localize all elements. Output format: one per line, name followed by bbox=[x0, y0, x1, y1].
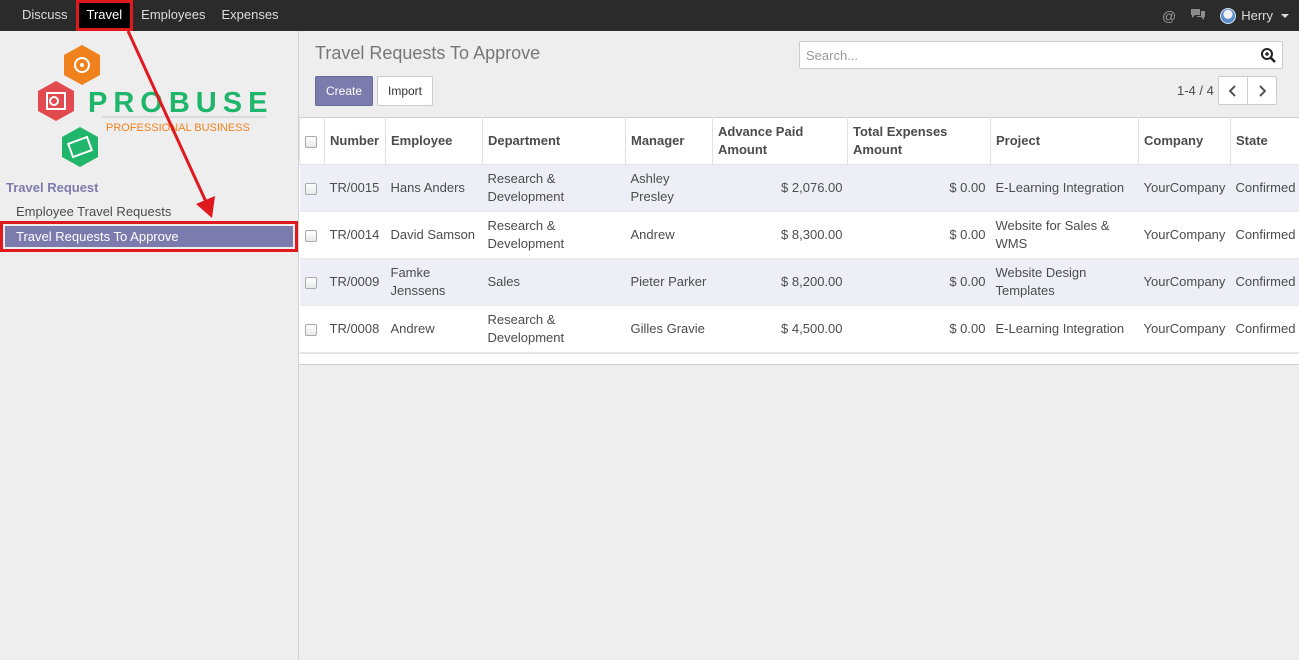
company-logo: PROBUSE PROFESSIONAL BUSINESS bbox=[36, 45, 268, 167]
at-icon[interactable]: @ bbox=[1162, 8, 1176, 24]
pager-value[interactable]: 1-4 / 4 bbox=[1177, 83, 1214, 98]
sidebar: PROBUSE PROFESSIONAL BUSINESS Travel Req… bbox=[0, 31, 299, 660]
travel-requests-table: Number Employee Department Manager Advan… bbox=[299, 117, 1299, 353]
menu-discuss[interactable]: Discuss bbox=[14, 0, 76, 31]
row-checkbox[interactable] bbox=[304, 323, 317, 336]
list-view: Number Employee Department Manager Advan… bbox=[299, 117, 1299, 660]
cell-project: E-Learning Integration bbox=[990, 164, 1139, 212]
chevron-right-icon bbox=[1259, 85, 1266, 97]
pager-next-button[interactable] bbox=[1247, 76, 1277, 105]
control-panel: Travel Requests To Approve Create Import… bbox=[299, 31, 1299, 117]
column-header-department[interactable]: Department bbox=[482, 117, 626, 165]
pager-previous-button[interactable] bbox=[1218, 76, 1248, 105]
cell-company: YourCompany bbox=[1138, 164, 1231, 212]
cell-number: TR/0014 bbox=[324, 211, 386, 259]
column-header-employee[interactable]: Employee bbox=[385, 117, 483, 165]
cell-manager: Ashley Presley bbox=[625, 164, 713, 212]
systray: @ Herry bbox=[1162, 0, 1289, 31]
user-name: Herry bbox=[1241, 8, 1273, 23]
row-select-cell bbox=[299, 164, 325, 212]
column-header-number[interactable]: Number bbox=[324, 117, 386, 165]
cell-advance-paid-amount: $ 4,500.00 bbox=[712, 305, 848, 353]
cell-manager: Pieter Parker bbox=[625, 258, 713, 306]
user-menu[interactable]: Herry bbox=[1220, 7, 1289, 24]
logo-brand-text: PROBUSE bbox=[88, 87, 268, 119]
menu-expenses[interactable]: Expenses bbox=[213, 0, 286, 31]
column-header-project[interactable]: Project bbox=[990, 117, 1139, 165]
cell-state: Confirmed bbox=[1230, 305, 1299, 353]
cell-manager: Andrew bbox=[625, 211, 713, 259]
sidebar-item-travel-requests-to-approve[interactable]: Travel Requests To Approve bbox=[0, 221, 298, 252]
menu-travel[interactable]: Travel bbox=[75, 0, 134, 31]
cell-number: TR/0009 bbox=[324, 258, 386, 306]
top-navbar: Discuss Travel Employees Expenses @ Herr… bbox=[0, 0, 1299, 31]
cell-department: Research & Development bbox=[482, 305, 626, 353]
cell-company: YourCompany bbox=[1138, 258, 1231, 306]
cell-total-expenses-amount: $ 0.00 bbox=[847, 258, 991, 306]
row-checkbox[interactable] bbox=[304, 276, 317, 289]
app-menu: Discuss Travel Employees Expenses bbox=[14, 0, 287, 31]
select-all-checkbox[interactable] bbox=[305, 135, 317, 148]
row-select-cell bbox=[299, 305, 325, 353]
cell-advance-paid-amount: $ 8,300.00 bbox=[712, 211, 848, 259]
cell-project: Website for Sales & WMS bbox=[990, 211, 1139, 259]
menu-employees[interactable]: Employees bbox=[133, 0, 213, 31]
cell-employee: Hans Anders bbox=[385, 164, 483, 212]
search-input[interactable] bbox=[800, 42, 1240, 68]
logo-tagline: PROFESSIONAL BUSINESS bbox=[106, 122, 250, 134]
search-icon[interactable] bbox=[1260, 47, 1276, 63]
column-header-manager[interactable]: Manager bbox=[625, 117, 713, 165]
table-row[interactable]: TR/0015 Hans Anders Research & Developme… bbox=[299, 164, 1299, 212]
chat-icon[interactable] bbox=[1190, 7, 1206, 24]
table-footer bbox=[299, 353, 1299, 365]
cell-employee: Famke Jenssens bbox=[385, 258, 483, 306]
chevron-left-icon bbox=[1229, 85, 1236, 97]
cell-state: Confirmed bbox=[1230, 164, 1299, 212]
cell-advance-paid-amount: $ 8,200.00 bbox=[712, 258, 848, 306]
cell-project: E-Learning Integration bbox=[990, 305, 1139, 353]
cell-total-expenses-amount: $ 0.00 bbox=[847, 164, 991, 212]
import-button[interactable]: Import bbox=[377, 76, 433, 106]
cell-total-expenses-amount: $ 0.00 bbox=[847, 305, 991, 353]
cell-employee: Andrew bbox=[385, 305, 483, 353]
caret-down-icon bbox=[1281, 13, 1289, 18]
column-header-total-expenses-amount[interactable]: Total Expenses Amount bbox=[847, 117, 991, 165]
cell-manager: Gilles Gravie bbox=[625, 305, 713, 353]
row-select-cell bbox=[299, 258, 325, 306]
cell-number: TR/0015 bbox=[324, 164, 386, 212]
row-select-cell bbox=[299, 211, 325, 259]
cell-project: Website Design Templates bbox=[990, 258, 1139, 306]
avatar bbox=[1220, 7, 1237, 24]
table-header-row: Number Employee Department Manager Advan… bbox=[299, 117, 1299, 165]
sidebar-item-label: Travel Requests To Approve bbox=[5, 226, 293, 247]
cell-department: Sales bbox=[482, 258, 626, 306]
sidebar-item-employee-travel-requests[interactable]: Employee Travel Requests bbox=[16, 204, 171, 219]
row-checkbox[interactable] bbox=[304, 229, 317, 242]
section-travel-request: Travel Request bbox=[6, 180, 99, 195]
column-header-company[interactable]: Company bbox=[1138, 117, 1231, 165]
cell-department: Research & Development bbox=[482, 211, 626, 259]
table-row[interactable]: TR/0008 Andrew Research & Development Gi… bbox=[299, 305, 1299, 353]
table-row[interactable]: TR/0014 David Samson Research & Developm… bbox=[299, 211, 1299, 259]
cell-company: YourCompany bbox=[1138, 305, 1231, 353]
row-checkbox[interactable] bbox=[304, 182, 317, 195]
cell-department: Research & Development bbox=[482, 164, 626, 212]
cell-employee: David Samson bbox=[385, 211, 483, 259]
create-button[interactable]: Create bbox=[315, 76, 373, 106]
cell-state: Confirmed bbox=[1230, 258, 1299, 306]
cell-state: Confirmed bbox=[1230, 211, 1299, 259]
column-header-advance-paid-amount[interactable]: Advance Paid Amount bbox=[712, 117, 848, 165]
table-row[interactable]: TR/0009 Famke Jenssens Sales Pieter Park… bbox=[299, 258, 1299, 306]
search-box bbox=[799, 41, 1283, 69]
page-title: Travel Requests To Approve bbox=[315, 43, 541, 63]
column-header-state[interactable]: State bbox=[1230, 117, 1299, 165]
cell-advance-paid-amount: $ 2,076.00 bbox=[712, 164, 848, 212]
cell-number: TR/0008 bbox=[324, 305, 386, 353]
select-all-cell bbox=[299, 117, 325, 165]
cell-total-expenses-amount: $ 0.00 bbox=[847, 211, 991, 259]
cell-company: YourCompany bbox=[1138, 211, 1231, 259]
